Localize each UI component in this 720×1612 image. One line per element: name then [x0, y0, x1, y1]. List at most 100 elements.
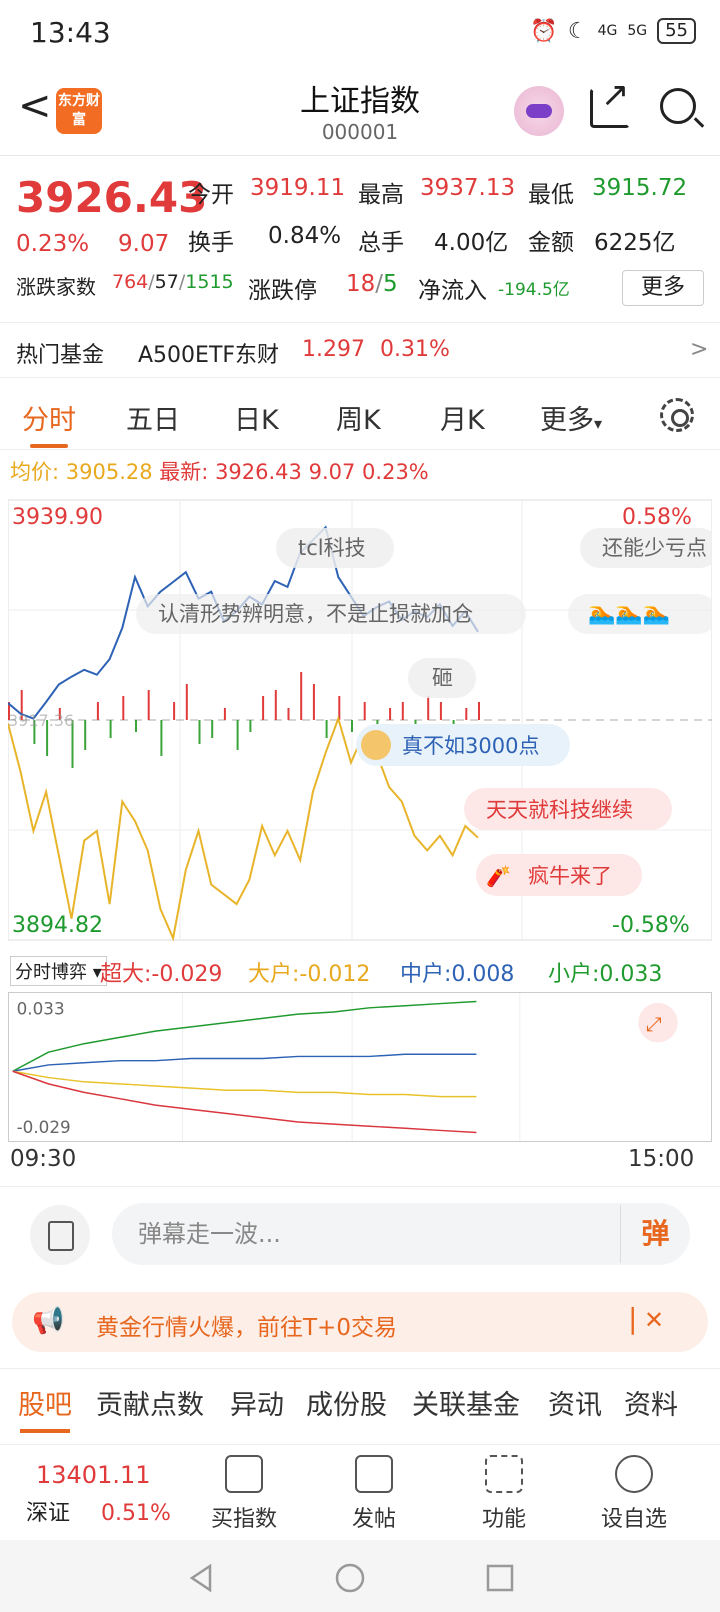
volume-bar: [312, 684, 315, 720]
volume-bar: [427, 696, 430, 720]
promo-banner[interactable]: 📢 黄金行情火爆，前往T+0交易 | ✕: [12, 1292, 708, 1352]
danmaku-text: tcl科技: [298, 536, 366, 560]
firecracker-icon: 🧨: [486, 864, 511, 888]
volume-bar: [135, 720, 137, 732]
limit-label: 涨跌停: [248, 278, 317, 304]
volume-bar: [363, 702, 366, 720]
tab-profile[interactable]: 资料: [624, 1383, 678, 1422]
volume-bar: [325, 720, 328, 738]
turnover-value: 0.84%: [268, 223, 342, 249]
big-value: -0.012: [299, 962, 371, 987]
amount-label: 金额: [528, 230, 574, 256]
rabbit-avatar-icon: [361, 730, 391, 760]
hot-fund-name: A500ETF东财: [138, 343, 280, 368]
battery-icon: 55: [657, 18, 696, 44]
tab-monthly-k[interactable]: 月K: [440, 398, 485, 437]
tab-news[interactable]: 资讯: [548, 1383, 602, 1422]
content-tabs: 股吧 贡献点数 异动 成份股 关联基金 资讯 资料: [0, 1368, 720, 1433]
super-value: -0.029: [151, 962, 223, 987]
post-label: 发帖: [351, 1507, 396, 1532]
volume-bar: [96, 702, 99, 720]
y-max-label: 3939.90: [12, 505, 103, 530]
volume-bar: [351, 720, 353, 732]
limit-up: 18: [346, 271, 376, 297]
nav-back-icon[interactable]: [186, 1562, 218, 1594]
functions-button[interactable]: 功能: [454, 1455, 554, 1533]
search-icon[interactable]: [660, 88, 696, 124]
small-label: 小户:: [548, 962, 600, 987]
time-axis: 09:30 15:00: [0, 1146, 720, 1176]
danmaku-input[interactable]: 弹幕走一波...: [112, 1203, 690, 1265]
open-label: 今开: [188, 182, 234, 208]
tab-contribution[interactable]: 贡献点数: [96, 1383, 204, 1422]
flow-header: 分时博弈 ▾ 超大:-0.029 大户:-0.012 中户:0.008 小户:0…: [0, 952, 720, 988]
shenzhen-index-widget[interactable]: 13401.11 深证 0.51%: [26, 1461, 186, 1527]
tab-five-day[interactable]: 五日: [126, 398, 180, 437]
breadth-label: 涨跌家数: [16, 275, 96, 299]
sz-index-row: 深证 0.51%: [26, 1495, 186, 1527]
limit-values: 18/5: [346, 271, 398, 297]
volume-bar: [262, 696, 265, 720]
sz-index-value: 13401.11: [36, 1461, 151, 1489]
tab-constituents[interactable]: 成份股: [306, 1383, 387, 1422]
more-button[interactable]: 更多: [622, 270, 704, 306]
super-flow: 超大:-0.029: [100, 956, 222, 988]
flow-chart[interactable]: 0.033 -0.029 ⤢: [8, 992, 712, 1142]
nav-recents-icon[interactable]: [484, 1562, 516, 1594]
buy-index-label: 买指数: [210, 1507, 277, 1532]
y-min-label: 3894.82: [12, 913, 103, 938]
danmaku-text: 疯牛来了: [528, 864, 612, 888]
moon-icon: ☾: [567, 18, 588, 44]
danmaku-text: 认清形势辨明意，不是止损就加仓: [158, 602, 473, 626]
period-tabs: 分时 五日 日K 周K 月K 更多▾: [0, 380, 720, 450]
volume-bar: [439, 702, 442, 720]
tab-more[interactable]: 更多▾: [540, 398, 602, 437]
volume-bar: [300, 672, 303, 720]
high-label: 最高: [358, 182, 404, 208]
post-button[interactable]: 发帖: [324, 1455, 424, 1533]
share-icon[interactable]: [590, 75, 630, 128]
last-pct: 0.23%: [362, 460, 429, 484]
tab-weekly-k[interactable]: 周K: [336, 398, 381, 437]
avg-label: 均价:: [10, 460, 60, 484]
hot-fund-row[interactable]: 热门基金 A500ETF东财 1.297 0.31% >: [0, 322, 720, 378]
tab-related-funds[interactable]: 关联基金: [412, 1383, 520, 1422]
banner-text: 黄金行情火爆，前往T+0交易: [96, 1315, 397, 1341]
time-end: 15:00: [628, 1146, 695, 1172]
last-label: 最新:: [159, 460, 209, 484]
tab-movement[interactable]: 异动: [230, 1383, 284, 1422]
danmaku-settings-icon[interactable]: [30, 1205, 90, 1265]
hot-fund-label: 热门基金: [16, 343, 105, 368]
flow-selector[interactable]: 分时博弈 ▾: [10, 956, 107, 986]
status-bar: 13:43 ⏰ ☾ 4G 5G 55: [0, 0, 720, 66]
megaphone-icon: 📢: [32, 1306, 65, 1336]
volume-bar: [84, 720, 87, 750]
volume-bar: [249, 720, 252, 732]
mid-value: 0.008: [451, 962, 515, 987]
swimmer-emoji-icon: 🏊🏊🏊: [588, 601, 670, 626]
tab-guba[interactable]: 股吧: [18, 1383, 72, 1433]
volume-bar: [465, 708, 468, 720]
volume-bar: [198, 720, 201, 744]
danmaku-send-button[interactable]: 弹: [620, 1205, 690, 1263]
gear-icon[interactable]: [660, 398, 694, 432]
intraday-chart[interactable]: 3939.90 3894.82 0.58% -0.58% 3917.36 tcl…: [8, 490, 712, 950]
alarm-icon: ⏰: [530, 18, 558, 44]
danmaku-text: 真不如3000点: [402, 734, 539, 758]
assistant-robot-icon[interactable]: [514, 86, 564, 136]
volume-bar: [122, 696, 125, 720]
volume-bar: [173, 702, 176, 720]
tab-daily-k[interactable]: 日K: [234, 398, 279, 437]
chart-trend-icon: [225, 1455, 263, 1493]
buy-index-button[interactable]: 买指数: [194, 1455, 294, 1533]
close-icon[interactable]: ✕: [644, 1306, 664, 1334]
nav-home-icon[interactable]: [334, 1562, 366, 1594]
add-watchlist-button[interactable]: 设自选: [584, 1455, 684, 1533]
edit-icon: [355, 1455, 393, 1493]
volume-bar: [478, 702, 480, 720]
bottom-toolbar: 13401.11 深证 0.51% 买指数 发帖 功能 设自选: [0, 1444, 720, 1540]
flat-count: 57: [154, 271, 179, 293]
tab-intraday[interactable]: 分时: [22, 398, 76, 448]
chevron-right-icon: >: [690, 337, 709, 362]
sz-index-pct: 0.51%: [101, 1501, 171, 1526]
